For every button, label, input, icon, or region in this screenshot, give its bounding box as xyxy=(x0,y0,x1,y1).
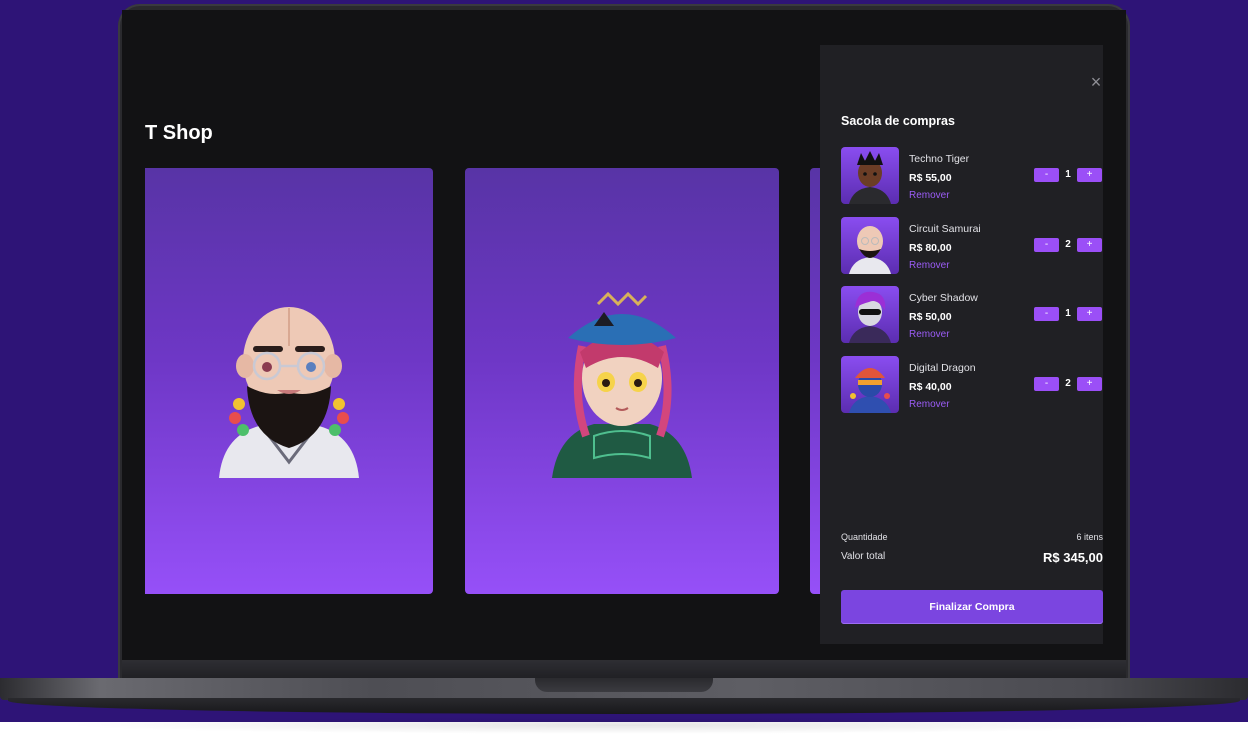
total-value: R$ 345,00 xyxy=(1043,550,1103,565)
checkout-button[interactable]: Finalizar Compra xyxy=(841,590,1103,624)
cart-item: Digital Dragon R$ 40,00 Remover - 2 + xyxy=(841,356,1103,413)
quantity-value: 1 xyxy=(1065,308,1071,319)
laptop-chin xyxy=(122,660,1126,680)
quantity-label: Quantidade xyxy=(841,532,888,542)
page-title: T Shop xyxy=(145,122,213,144)
increase-quantity-button[interactable]: + xyxy=(1077,377,1102,391)
item-price: R$ 55,00 xyxy=(909,172,952,184)
decrease-quantity-button[interactable]: - xyxy=(1034,377,1059,391)
quantity-value: 2 xyxy=(1065,378,1071,389)
remove-link[interactable]: Remover xyxy=(909,260,950,271)
cart-title: Sacola de compras xyxy=(841,114,955,128)
product-card[interactable] xyxy=(465,168,779,594)
floor-shadow xyxy=(60,716,1188,734)
close-icon[interactable]: × xyxy=(1089,73,1103,91)
quantity-count: 6 itens xyxy=(1076,532,1103,542)
remove-link[interactable]: Remover xyxy=(909,190,950,201)
total-label: Valor total xyxy=(841,551,886,562)
cart-item: Circuit Samurai R$ 80,00 Remover - 2 + xyxy=(841,217,1103,274)
decrease-quantity-button[interactable]: - xyxy=(1034,307,1059,321)
item-name: Circuit Samurai xyxy=(909,223,981,235)
remove-link[interactable]: Remover xyxy=(909,329,950,340)
increase-quantity-button[interactable]: + xyxy=(1077,238,1102,252)
item-price: R$ 40,00 xyxy=(909,381,952,393)
item-thumbnail xyxy=(841,286,899,343)
avatar-bald-bearded-image xyxy=(219,307,359,478)
item-name: Digital Dragon xyxy=(909,362,976,374)
avatar-girl-beret-image xyxy=(552,291,692,478)
decrease-quantity-button[interactable]: - xyxy=(1034,238,1059,252)
item-thumbnail xyxy=(841,217,899,274)
item-thumbnail xyxy=(841,356,899,413)
quantity-value: 2 xyxy=(1065,239,1071,250)
increase-quantity-button[interactable]: + xyxy=(1077,168,1102,182)
item-price: R$ 80,00 xyxy=(909,242,952,254)
remove-link[interactable]: Remover xyxy=(909,399,950,410)
shopping-cart-panel: × Sacola de compras Techno Tiger R$ 55,0… xyxy=(820,45,1103,644)
product-card[interactable] xyxy=(145,168,433,594)
cart-item: Techno Tiger R$ 55,00 Remover - 1 + xyxy=(841,147,1103,204)
decrease-quantity-button[interactable]: - xyxy=(1034,168,1059,182)
item-thumbnail xyxy=(841,147,899,204)
quantity-value: 1 xyxy=(1065,169,1071,180)
increase-quantity-button[interactable]: + xyxy=(1077,307,1102,321)
item-price: R$ 50,00 xyxy=(909,311,952,323)
cart-item: Cyber Shadow R$ 50,00 Remover - 1 + xyxy=(841,286,1103,343)
item-name: Cyber Shadow xyxy=(909,292,978,304)
item-name: Techno Tiger xyxy=(909,153,970,165)
laptop-screen: T Shop × Sacola de compras Techno Tiger … xyxy=(122,10,1126,660)
laptop-notch xyxy=(535,678,713,692)
